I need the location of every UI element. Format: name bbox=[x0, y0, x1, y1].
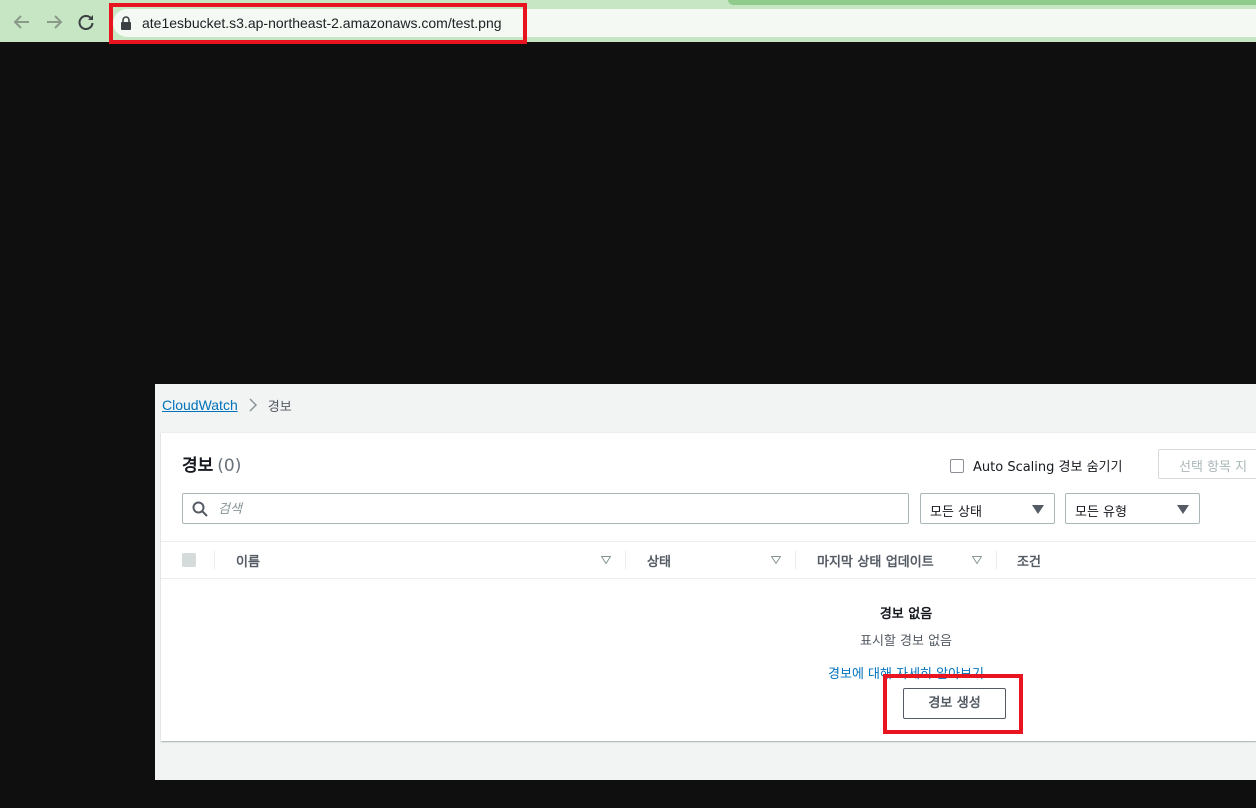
breadcrumb: CloudWatch 경보 bbox=[162, 396, 292, 415]
search-input[interactable] bbox=[216, 494, 900, 525]
breadcrumb-current: 경보 bbox=[267, 399, 292, 415]
column-divider bbox=[996, 551, 997, 569]
delete-selected-button[interactable]: 선택 항목 지 bbox=[1158, 449, 1256, 479]
caret-down-icon bbox=[1032, 505, 1044, 514]
alarms-card: 경보(0) Auto Scaling 경보 숨기기 선택 항목 지 모든 상태 … bbox=[161, 432, 1256, 741]
forward-button[interactable] bbox=[42, 10, 66, 34]
search-icon bbox=[192, 501, 208, 517]
back-button[interactable] bbox=[10, 10, 34, 34]
sort-down-icon[interactable] bbox=[771, 556, 781, 564]
type-filter-select[interactable]: 모든 유형 bbox=[1065, 493, 1200, 524]
create-alarm-highlight-box bbox=[883, 674, 1023, 734]
column-divider bbox=[795, 551, 796, 569]
column-header-state[interactable]: 상태 bbox=[647, 551, 671, 570]
column-header-name[interactable]: 이름 bbox=[236, 551, 260, 570]
search-box[interactable] bbox=[182, 493, 909, 525]
tab-strip bbox=[728, 0, 1256, 5]
reload-icon bbox=[78, 15, 94, 30]
breadcrumb-cloudwatch-link[interactable]: CloudWatch bbox=[162, 397, 238, 413]
hide-autoscaling-label: Auto Scaling 경보 숨기기 bbox=[973, 460, 1123, 475]
state-filter-value: 모든 상태 bbox=[930, 505, 982, 520]
chevron-right-icon bbox=[249, 398, 257, 412]
page-title-text: 경보 bbox=[182, 456, 214, 476]
state-filter-select[interactable]: 모든 상태 bbox=[920, 493, 1055, 524]
empty-state-subtitle: 표시할 경보 없음 bbox=[860, 634, 952, 649]
caret-down-icon bbox=[1177, 505, 1189, 514]
column-divider bbox=[625, 551, 626, 569]
url-highlight-box bbox=[109, 3, 527, 44]
forward-arrow-icon bbox=[47, 15, 63, 29]
empty-state-title: 경보 없음 bbox=[879, 607, 933, 622]
sort-down-icon[interactable] bbox=[601, 556, 611, 564]
alarm-count: (0) bbox=[217, 456, 242, 476]
select-all-checkbox[interactable] bbox=[182, 553, 196, 567]
back-arrow-icon bbox=[13, 15, 29, 29]
hide-autoscaling-toggle[interactable]: Auto Scaling 경보 숨기기 bbox=[950, 456, 1122, 475]
column-divider bbox=[214, 551, 215, 569]
column-header-conditions[interactable]: 조건 bbox=[1017, 551, 1041, 570]
cloudwatch-console: CloudWatch 경보 경보 (0) Auto Scaling 경보 숨기기 … bbox=[155, 384, 1256, 780]
table-header: 이름 상태 마지막 상태 업데이트 조건 bbox=[161, 541, 1256, 579]
column-header-last-update[interactable]: 마지막 상태 업데이트 bbox=[817, 551, 934, 570]
page-title: 경보 (0) bbox=[182, 451, 241, 476]
sort-down-icon[interactable] bbox=[972, 556, 982, 564]
hide-autoscaling-checkbox[interactable] bbox=[950, 458, 964, 473]
type-filter-value: 모든 유형 bbox=[1075, 505, 1127, 520]
reload-button[interactable] bbox=[74, 10, 98, 34]
